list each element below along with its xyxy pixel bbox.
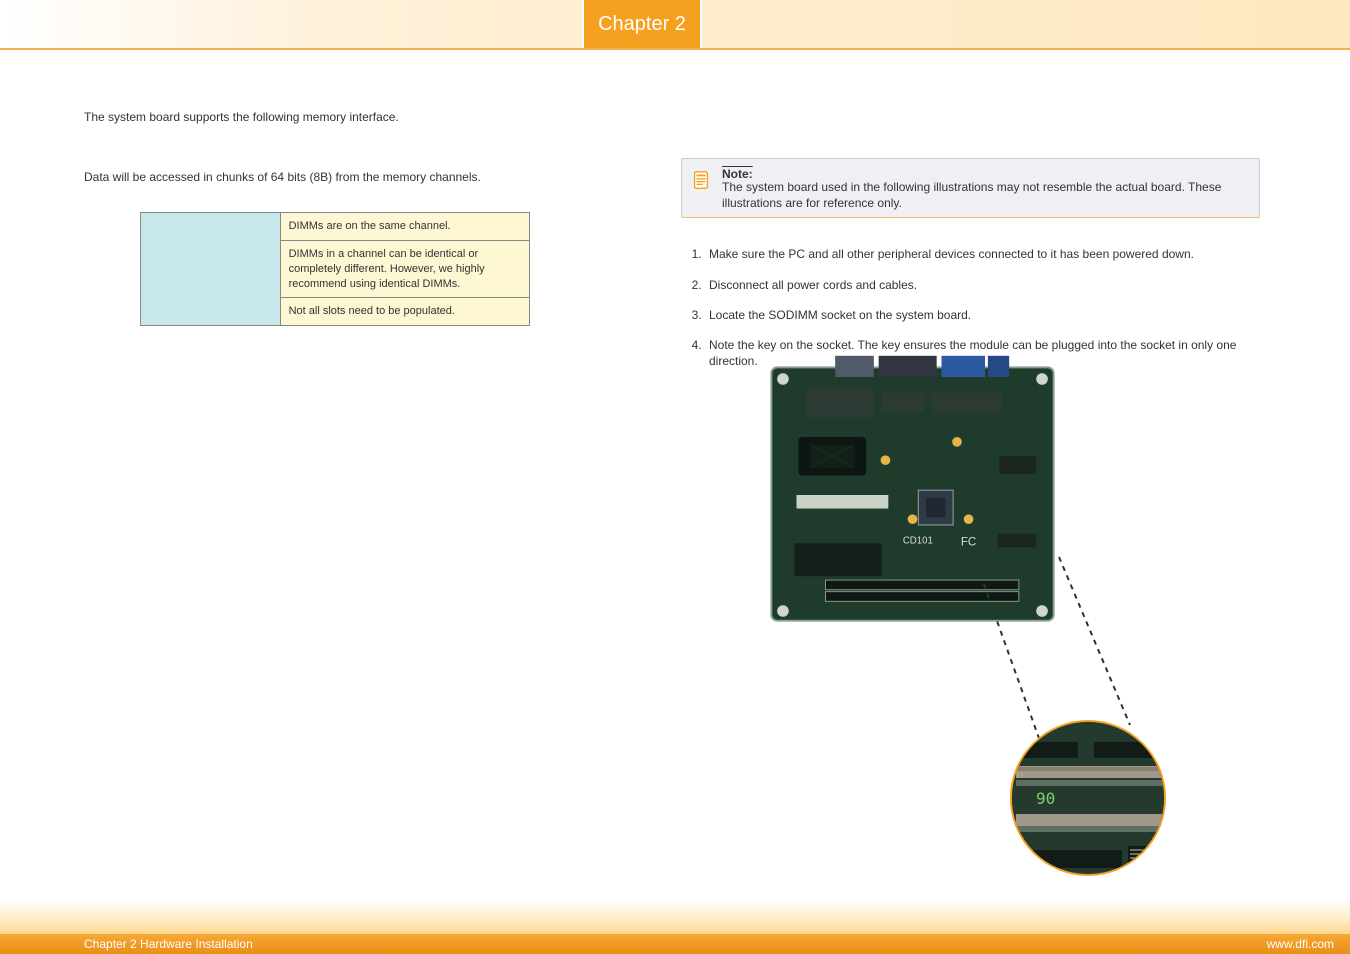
table-cell: DIMMs are on the same channel.	[280, 213, 529, 241]
svg-text:CD101: CD101	[903, 535, 933, 546]
footer-bar: Chapter 2 Hardware Installation www.dfi.…	[0, 934, 1350, 954]
table-left-cell	[141, 213, 281, 326]
step-item: Make sure the PC and all other periphera…	[705, 246, 1260, 262]
chapter-tab: Chapter 2	[582, 0, 702, 48]
intro-text: The system board supports the following …	[84, 110, 645, 124]
table-cell: Not all slots need to be populated.	[280, 298, 529, 326]
note-box: Note: The system board used in the follo…	[681, 158, 1260, 218]
table-cell: DIMMs in a channel can be identical or c…	[280, 240, 529, 298]
note-text: Note: The system board used in the follo…	[722, 167, 1249, 211]
closeup-svg: 90	[1012, 722, 1166, 876]
note-body: The system board used in the following i…	[722, 179, 1249, 211]
board-svg: CD101 FC	[765, 350, 1060, 640]
footer-right: www.dfi.com	[1267, 937, 1334, 951]
svg-text:FC: FC	[961, 535, 976, 548]
header-band: Chapter 2	[0, 0, 1350, 50]
table-row: DIMMs are on the same channel.	[141, 213, 530, 241]
system-board-illustration: CD101 FC	[765, 350, 1060, 640]
sodimm-closeup: 90	[1010, 720, 1166, 876]
footer-band: Chapter 2 Hardware Installation www.dfi.…	[0, 900, 1350, 954]
clipboard-icon	[690, 169, 712, 191]
board-label: 90	[1036, 789, 1055, 808]
note-icon	[690, 169, 712, 191]
footer-left: Chapter 2 Hardware Installation	[84, 937, 253, 951]
step-item: Locate the SODIMM socket on the system b…	[705, 307, 1260, 323]
left-column: The system board supports the following …	[0, 60, 675, 900]
memory-info-table: DIMMs are on the same channel. DIMMs in …	[140, 212, 530, 326]
step-item: Disconnect all power cords and cables.	[705, 277, 1260, 293]
subtext: Data will be accessed in chunks of 64 bi…	[84, 170, 645, 184]
